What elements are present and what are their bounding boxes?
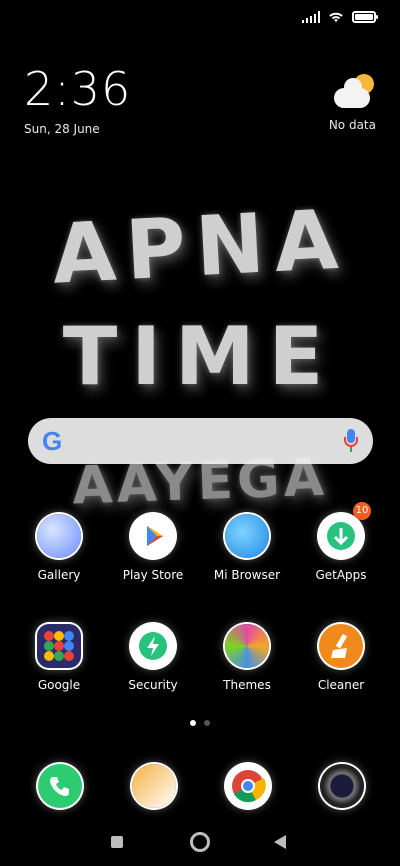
app-label: Themes (223, 678, 271, 692)
app-label: Gallery (37, 568, 81, 582)
play-store-icon (131, 514, 175, 558)
back-icon[interactable] (274, 835, 286, 849)
home-icon[interactable] (190, 832, 210, 852)
google-search-bar[interactable]: G (28, 418, 373, 464)
wifi-icon (329, 12, 343, 22)
app-label: Cleaner (317, 678, 365, 692)
app-themes[interactable]: Themes (202, 624, 292, 692)
app-mi-browser[interactable]: Mi Browser (202, 514, 292, 582)
google-folder-icon (37, 624, 81, 668)
page-dot-active (190, 720, 196, 726)
app-label: GetApps (315, 568, 367, 582)
wallpaper: APNA TIME AAYEGA (0, 180, 400, 540)
app-cleaner[interactable]: Cleaner (296, 624, 386, 692)
weather-widget[interactable]: No data (296, 72, 376, 132)
cleaner-icon (319, 624, 363, 668)
notification-badge: 10 (353, 502, 371, 520)
home-screen: 2:36 Sun, 28 June No data APNA TIME AAYE… (0, 0, 400, 866)
weather-label: No data (328, 118, 376, 132)
mi-browser-icon (225, 514, 269, 558)
wallpaper-text-line2: TIME (62, 310, 338, 403)
app-label: Mi Browser (213, 568, 281, 582)
partly-cloudy-icon (330, 72, 376, 110)
app-play-store[interactable]: Play Store (108, 514, 198, 582)
mic-icon[interactable] (343, 429, 359, 453)
clock-date: Sun, 28 June (24, 122, 100, 136)
status-bar (302, 8, 378, 26)
google-logo-icon: G (42, 425, 63, 456)
app-label: Security (128, 678, 178, 692)
wallpaper-text-line1: APNA (49, 192, 351, 303)
clock-widget[interactable]: 2:36 Sun, 28 June (24, 66, 131, 136)
signal-icon (302, 11, 320, 23)
getapps-icon: 10 (319, 502, 371, 558)
app-google-folder[interactable]: Google (14, 624, 104, 692)
app-label: Google (37, 678, 81, 692)
app-gallery[interactable]: Gallery (14, 514, 104, 582)
navigation-bar (0, 830, 400, 858)
page-dot (204, 720, 210, 726)
phone-icon[interactable] (38, 764, 82, 808)
themes-icon (225, 624, 269, 668)
app-label: Play Store (122, 568, 184, 582)
gallery-icon (37, 514, 81, 558)
battery-icon (352, 11, 378, 23)
chrome-icon[interactable] (226, 764, 270, 808)
notes-icon[interactable] (132, 764, 176, 808)
camera-icon[interactable] (320, 764, 364, 808)
page-indicator (0, 720, 400, 726)
clock-time: 2:36 (24, 62, 132, 116)
app-security[interactable]: Security (108, 624, 198, 692)
recent-apps-icon[interactable] (111, 836, 123, 848)
security-icon (131, 624, 175, 668)
app-getapps[interactable]: 10 GetApps (296, 502, 386, 582)
